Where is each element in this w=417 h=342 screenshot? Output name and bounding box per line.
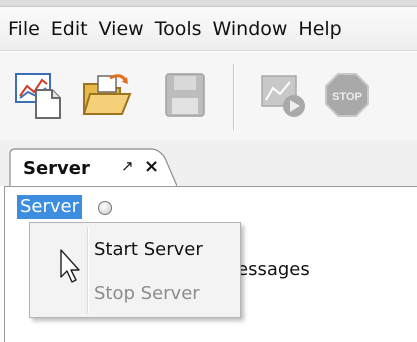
start-server-menu-item[interactable]: Start Server [94,239,203,260]
open-folder-icon [82,74,132,115]
svg-text:STOP: STOP [332,91,362,103]
run-chart-icon [261,75,305,117]
stop-sign-icon: STOP [325,73,369,117]
save-disk-icon [165,73,205,117]
new-chart-document-icon [15,73,61,119]
menu-view[interactable]: View [95,18,151,40]
save-button[interactable] [160,70,210,120]
menu-file[interactable]: File [4,18,47,40]
messages-label: essages [237,259,310,280]
toolbar: STOP [0,52,417,140]
tab-server[interactable]: Server ↗ × [9,148,177,188]
menu-edit[interactable]: Edit [47,18,95,40]
menu-tools[interactable]: Tools [151,18,209,40]
context-menu-gutter [87,227,89,313]
toolbar-separator [233,64,235,130]
open-button[interactable] [82,70,132,120]
stop-button[interactable]: STOP [322,70,372,120]
tab-strip: Server ↗ × [0,140,417,188]
server-status-icon [98,201,112,215]
mouse-cursor-icon [60,249,80,283]
run-button[interactable] [258,70,308,120]
tab-label: Server [23,158,90,179]
stop-server-menu-item[interactable]: Stop Server [94,283,200,304]
window-title-strip [0,0,417,7]
close-icon[interactable]: × [144,156,159,177]
new-chart-button[interactable] [14,70,64,120]
menu-help[interactable]: Help [294,18,348,40]
menu-window[interactable]: Window [209,18,295,40]
menu-bar: File Edit View Tools Window Help [0,7,417,51]
pin-icon[interactable]: ↗ [121,157,134,175]
tree-node-server[interactable]: Server [17,195,83,219]
